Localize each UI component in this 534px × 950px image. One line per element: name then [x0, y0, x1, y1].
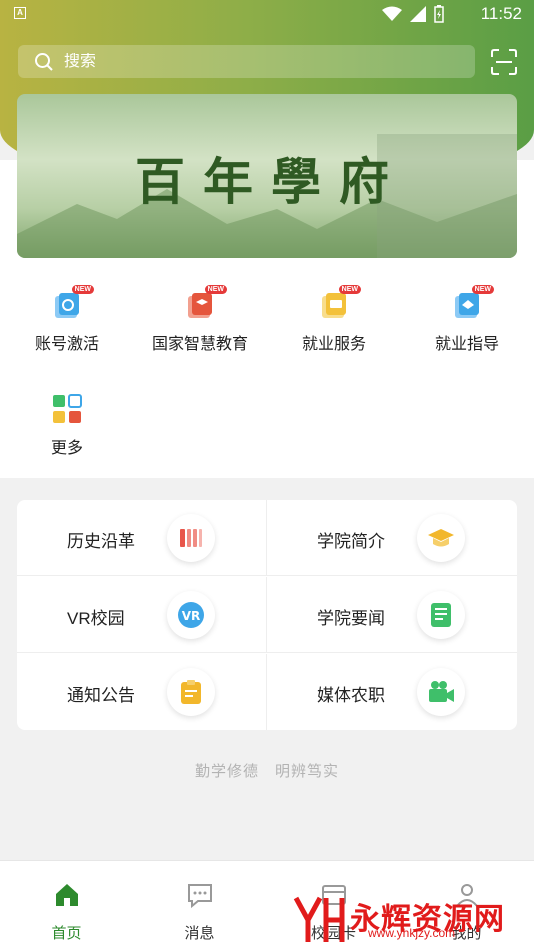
link-college-intro[interactable]: 学院简介 [267, 500, 517, 576]
search-input[interactable] [64, 52, 444, 71]
motto-right: 明辨笃实 [275, 763, 340, 780]
link-label: VR校园 [67, 609, 125, 628]
link-history[interactable]: 历史沿革 [17, 500, 267, 576]
watermark-logo [293, 896, 345, 942]
quick-links-card: 历史沿革 学院简介 VR校园 VR 学院要闻 通知公告 媒体农职 [17, 500, 517, 730]
link-notice[interactable]: 通知公告 [17, 654, 267, 730]
new-badge: NEW [71, 285, 94, 294]
site-watermark: 永辉资源网 www.yhkjzy.com [290, 890, 534, 946]
video-camera-icon [417, 668, 465, 716]
new-badge: NEW [471, 285, 494, 294]
battery-icon [434, 5, 444, 23]
status-bar: A 11:52 [0, 0, 534, 28]
wifi-icon [382, 6, 402, 21]
link-label: 通知公告 [67, 686, 135, 705]
link-label: 历史沿革 [67, 532, 135, 551]
svg-text:VR: VR [182, 609, 201, 623]
employment-guidance-icon: NEW [452, 285, 494, 320]
service-national-smart-education[interactable]: NEW 国家智慧教育 [133, 280, 267, 354]
service-label: 国家智慧教育 [151, 336, 248, 353]
service-account-activation[interactable]: NEW 账号激活 [0, 280, 134, 354]
banner[interactable]: 百年學府 [17, 94, 517, 258]
link-label: 学院简介 [317, 532, 385, 551]
tab-label: 消息 [184, 925, 215, 942]
search-icon [35, 52, 53, 71]
vr-icon: VR [167, 591, 215, 639]
watermark-url: www.yhkjzy.com [368, 926, 456, 940]
link-label: 学院要闻 [317, 609, 385, 628]
history-icon [167, 514, 215, 562]
home-icon [55, 884, 78, 906]
news-icon [417, 591, 465, 639]
scan-icon[interactable] [490, 48, 518, 76]
employment-service-icon: NEW [319, 285, 361, 320]
new-badge: NEW [204, 285, 227, 294]
account-activation-icon: NEW [52, 285, 94, 320]
service-more[interactable]: 更多 [0, 384, 134, 458]
notice-icon [167, 668, 215, 716]
new-badge: NEW [338, 285, 361, 294]
tab-label: 首页 [51, 925, 82, 942]
smart-education-icon: NEW [185, 285, 227, 320]
link-media[interactable]: 媒体农职 [267, 654, 517, 730]
link-vr-campus[interactable]: VR校园 VR [17, 577, 267, 653]
motto-left: 勤学修德 [194, 763, 259, 780]
tab-home[interactable]: 首页 [0, 861, 133, 950]
link-college-news[interactable]: 学院要闻 [267, 577, 517, 653]
message-icon [187, 884, 212, 909]
graduation-cap-icon [417, 514, 465, 562]
link-label: 媒体农职 [317, 686, 385, 705]
service-label: 就业指导 [434, 336, 499, 353]
service-employment[interactable]: NEW 就业服务 [267, 280, 401, 354]
college-motto: 勤学修德 明辨笃实 [0, 760, 534, 781]
service-label: 更多 [50, 440, 83, 457]
search-bar[interactable] [18, 45, 475, 78]
tab-messages[interactable]: 消息 [133, 861, 266, 950]
clock: 11:52 [480, 4, 522, 23]
service-label: 账号激活 [34, 336, 99, 353]
signal-icon [410, 6, 426, 22]
service-label: 就业服务 [301, 336, 366, 353]
sim-icon: A [14, 7, 26, 19]
banner-title: 百年學府 [135, 152, 407, 211]
service-employment-guidance[interactable]: NEW 就业指导 [400, 280, 534, 354]
more-grid-icon [52, 394, 82, 424]
